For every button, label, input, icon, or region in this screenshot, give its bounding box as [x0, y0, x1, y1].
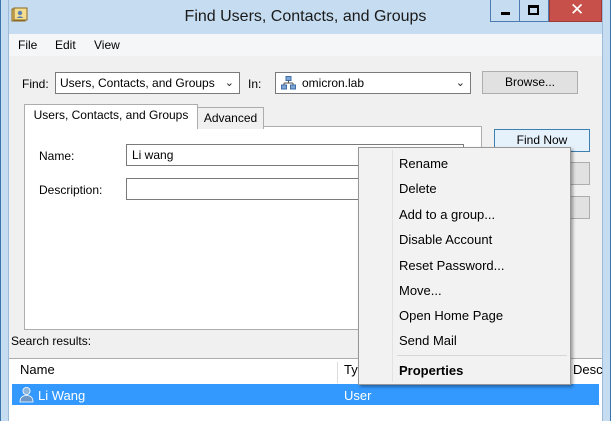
close-icon: ✕ — [570, 0, 585, 19]
context-menu: Rename Delete Add to a group... Disable … — [358, 147, 571, 385]
menu-item-rename[interactable]: Rename — [399, 156, 448, 171]
column-header-description[interactable]: Desc — [573, 362, 603, 384]
menu-file[interactable]: File — [18, 38, 37, 52]
window-frame-left — [0, 0, 9, 421]
menu-item-add-to-group[interactable]: Add to a group... — [399, 207, 495, 222]
find-type-value: Users, Contacts, and Groups — [60, 76, 215, 90]
browse-button[interactable]: Browse... — [482, 71, 578, 94]
chevron-down-icon: ⌄ — [455, 77, 465, 89]
maximize-icon — [528, 5, 539, 15]
menu-separator — [397, 355, 567, 356]
tab-advanced[interactable]: Advanced — [197, 107, 264, 129]
table-row[interactable] — [12, 384, 599, 405]
location-value: omicron.lab — [302, 76, 365, 90]
close-button[interactable]: ✕ — [549, 0, 602, 22]
in-label: In: — [248, 77, 262, 91]
menu-view[interactable]: View — [94, 38, 120, 52]
name-label: Name: — [39, 149, 75, 163]
menu-item-open-home-page[interactable]: Open Home Page — [399, 308, 503, 323]
menu-item-move[interactable]: Move... — [399, 283, 442, 298]
menu-item-reset-password[interactable]: Reset Password... — [399, 258, 505, 273]
minimize-button[interactable] — [490, 0, 520, 22]
find-label: Find: — [22, 77, 49, 91]
menu-item-delete[interactable]: Delete — [399, 181, 437, 196]
menu-edit[interactable]: Edit — [55, 38, 76, 52]
domain-tree-icon — [281, 76, 296, 90]
tab-users-contacts-groups[interactable]: Users, Contacts, and Groups — [24, 104, 198, 128]
chevron-down-icon: ⌄ — [224, 77, 234, 89]
search-results-label: Search results: — [11, 334, 92, 348]
result-name-cell: Li Wang — [38, 388, 86, 403]
column-separator[interactable] — [337, 362, 338, 383]
description-label: Description: — [39, 183, 103, 197]
location-select[interactable]: omicron.lab ⌄ — [275, 72, 471, 94]
column-header-type[interactable]: Ty — [344, 362, 358, 384]
minimize-icon — [501, 12, 510, 15]
menu-item-properties[interactable]: Properties — [399, 363, 463, 378]
maximize-button[interactable] — [520, 0, 549, 22]
context-menu-gutter — [392, 150, 393, 382]
menu-item-disable-account[interactable]: Disable Account — [399, 232, 492, 247]
window-border-left — [0, 0, 1, 421]
user-icon — [19, 387, 34, 403]
column-header-name[interactable]: Name — [20, 362, 55, 384]
result-type-cell: User — [344, 388, 372, 403]
menu-item-send-mail[interactable]: Send Mail — [399, 333, 457, 348]
find-type-select[interactable]: Users, Contacts, and Groups ⌄ — [55, 72, 240, 94]
